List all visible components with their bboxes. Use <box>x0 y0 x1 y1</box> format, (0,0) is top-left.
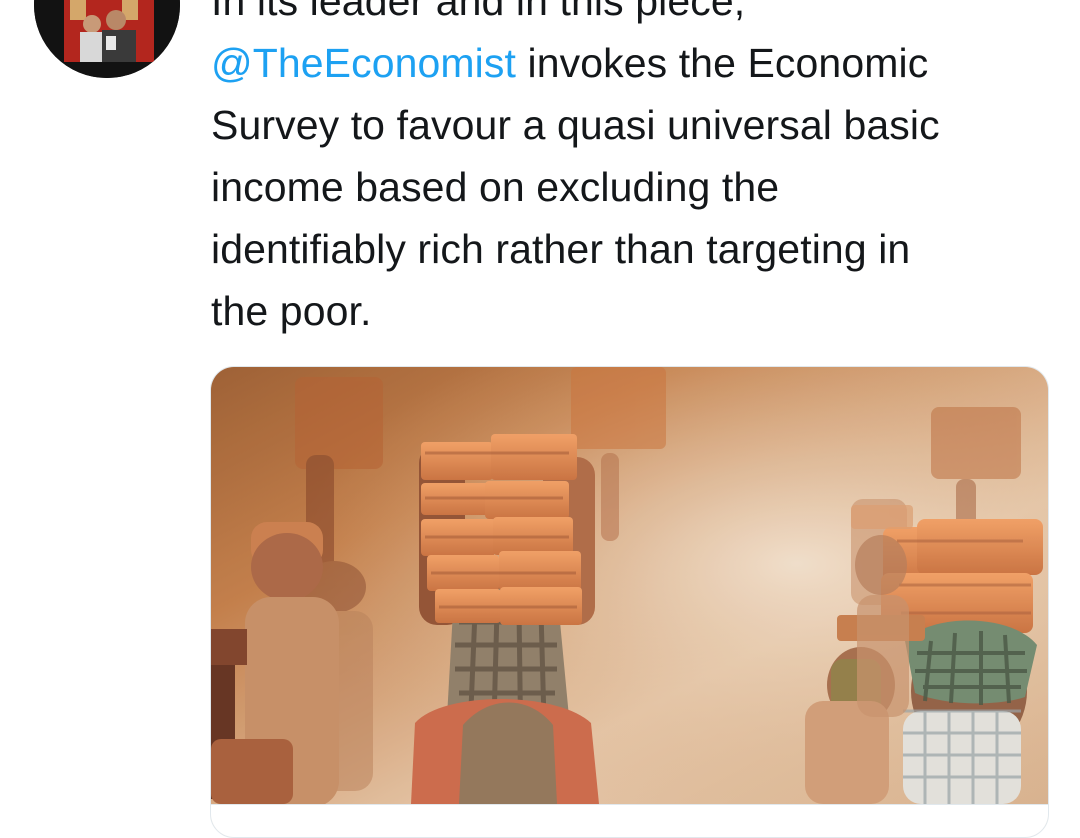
photo-brick-carriers-icon <box>211 367 1048 804</box>
card-footer <box>211 804 1048 837</box>
tweet-text-line: In its leader and in this piece, <box>211 0 746 24</box>
tweet-text-fragment: invokes the Economic <box>527 40 929 86</box>
mention-link[interactable]: @TheEconomist <box>211 40 516 86</box>
tweet-text-line: identifiably rich rather than targeting … <box>211 226 911 272</box>
media-card[interactable] <box>210 366 1049 838</box>
avatar[interactable] <box>34 0 180 78</box>
tweet-text-line: Survey to favour a quasi universal basic <box>211 102 940 148</box>
tweet-text-line: @TheEconomist invokes the Economic <box>211 32 1051 94</box>
tweet-text-line: the poor. <box>211 288 372 334</box>
profile-photo-avatar-icon <box>34 0 180 78</box>
tweet-text-line: income based on excluding the <box>211 164 780 210</box>
tweet-text: In its leader and in this piece, @TheEco… <box>211 0 1051 342</box>
